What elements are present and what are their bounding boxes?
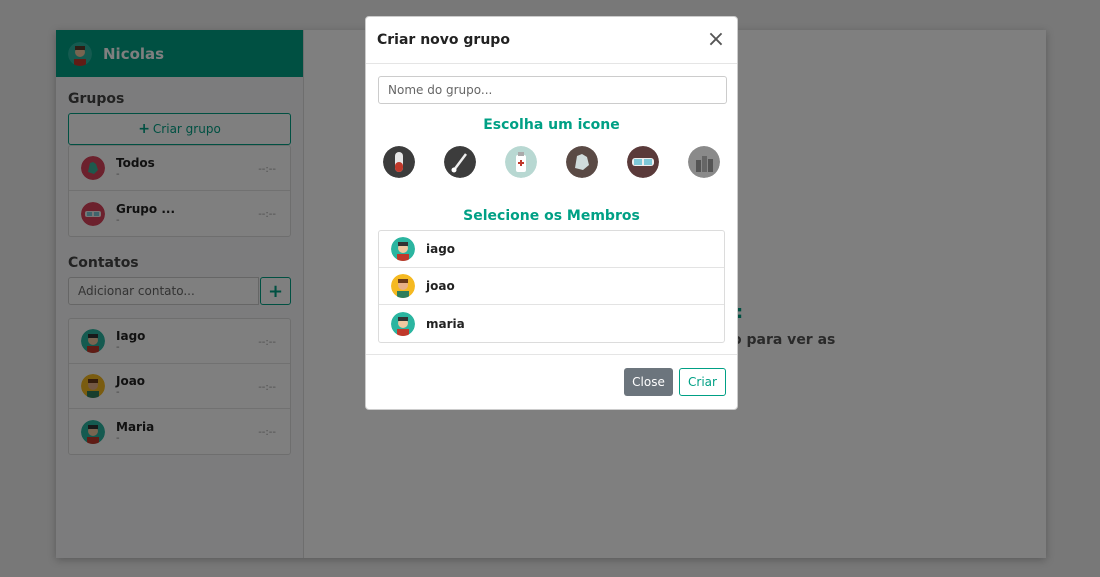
icon-heading: Escolha um icone xyxy=(483,117,620,133)
members-heading: Selecione os Membros xyxy=(463,208,640,224)
close-icon[interactable]: × xyxy=(706,29,726,51)
member-item[interactable]: maria xyxy=(379,305,724,342)
vaccine-vial-icon[interactable] xyxy=(505,146,537,178)
member-avatar xyxy=(391,311,415,336)
member-list: iago joao maria xyxy=(378,230,725,343)
modal-body: Nome do grupo... Escolha um icone Seleci… xyxy=(366,64,737,343)
modal-title: Criar novo grupo xyxy=(377,32,510,48)
modal-footer: Close Criar xyxy=(366,354,737,409)
goggles-icon[interactable] xyxy=(627,146,659,178)
create-button[interactable]: Criar xyxy=(679,368,726,396)
test-tube-icon[interactable] xyxy=(383,146,415,178)
member-avatar xyxy=(391,237,415,261)
city-icon[interactable] xyxy=(688,146,720,178)
member-name: iago xyxy=(426,242,456,256)
modal-header: Criar novo grupo × xyxy=(366,17,737,64)
member-avatar xyxy=(391,274,415,298)
group-name-input[interactable]: Nome do grupo... xyxy=(378,76,727,104)
member-name: maria xyxy=(426,316,465,331)
member-name: joao xyxy=(426,279,455,293)
gloves-icon[interactable] xyxy=(566,146,598,178)
close-button[interactable]: Close xyxy=(624,368,673,396)
member-item[interactable]: iago xyxy=(379,231,724,268)
swab-icon[interactable] xyxy=(444,146,476,178)
create-group-modal: Criar novo grupo × Nome do grupo... Esco… xyxy=(365,16,738,410)
member-item[interactable]: joao xyxy=(379,268,724,305)
icon-picker xyxy=(378,146,725,178)
